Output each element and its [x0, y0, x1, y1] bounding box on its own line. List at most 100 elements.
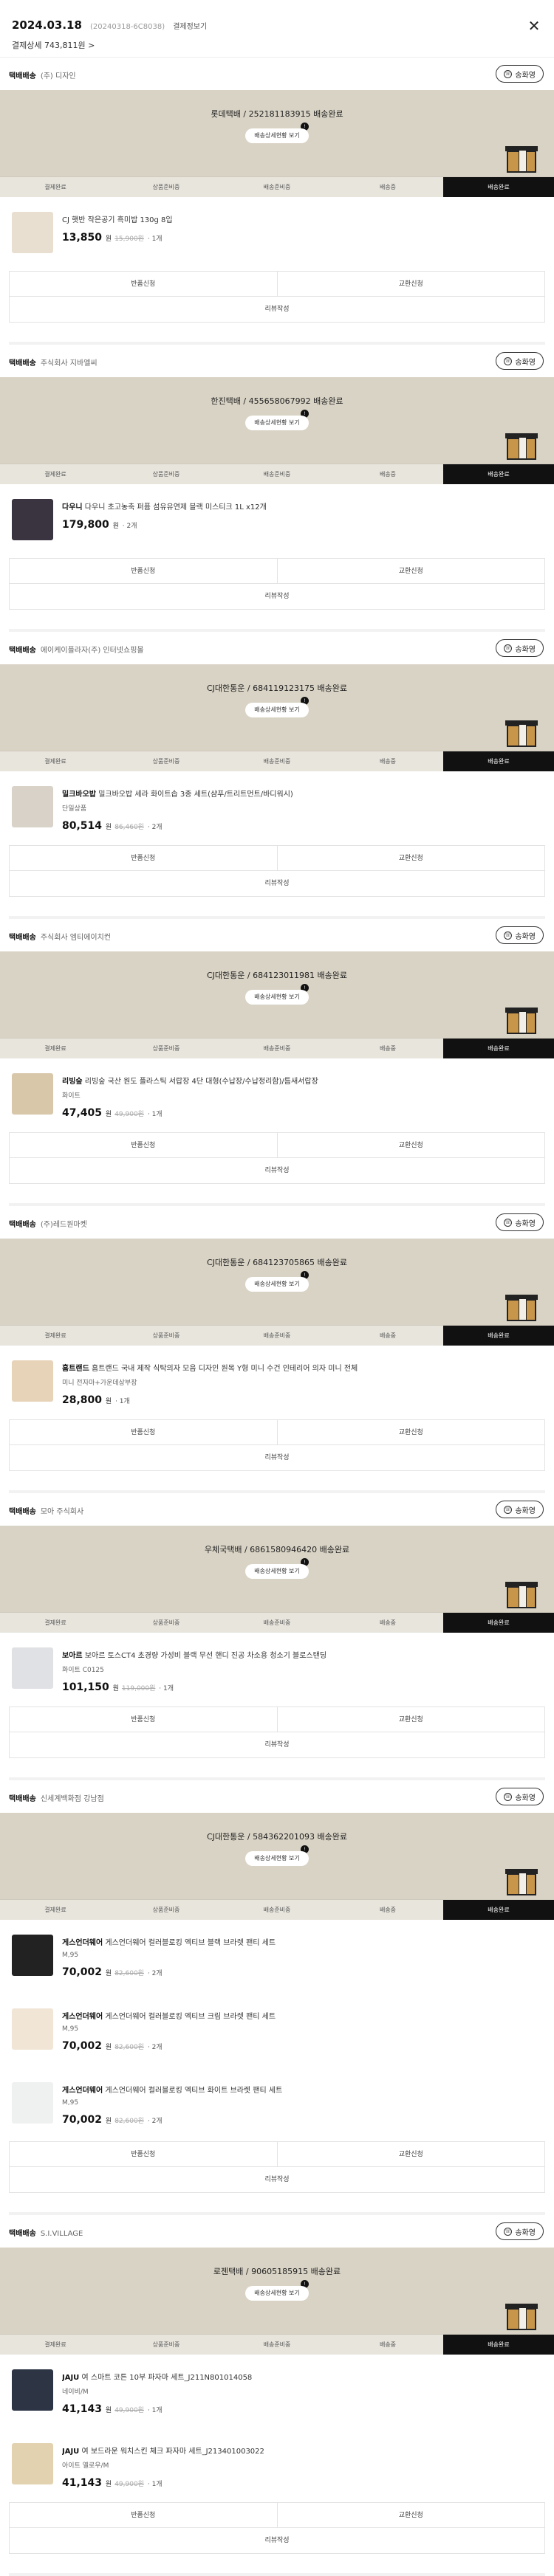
return-exchange-row: 반품신청 교환신청 [10, 272, 544, 297]
phone-icon: ☏ [504, 357, 513, 365]
tracking-detail-button[interactable]: 배송상세현황 보기 [245, 990, 309, 1005]
product-item[interactable]: 보아르 보아르 토스CT4 초경량 가성비 블랙 무선 핸디 진공 차소용 청소… [9, 1633, 545, 1707]
product-quantity: · 1개 [159, 1685, 174, 1692]
contact-label: 송화영 [515, 1219, 536, 1228]
return-request-button[interactable]: 반품신청 [10, 2503, 277, 2527]
product-item[interactable]: 게스언더웨어 게스언더웨어 컬러블로킹 엑티브 블랙 브라렛 팬티 세트 M,95… [9, 1920, 545, 1994]
tracking-detail-button[interactable]: 배송상세현황 보기 [245, 2286, 309, 2301]
product-thumbnail[interactable] [12, 1360, 53, 1402]
product-name[interactable]: 게스언더웨어 게스언더웨어 컬러블로킹 엑티브 블랙 브라렛 팬티 세트 [62, 1936, 538, 1947]
exchange-request-button[interactable]: 교환신청 [276, 559, 545, 583]
contact-seller-button[interactable]: ☏ 송화영 [496, 2222, 544, 2240]
delivery-step: 결제완료 [44, 184, 66, 190]
contact-seller-button[interactable]: ☏ 송화영 [496, 926, 544, 944]
delivery-step: 결제완료 [44, 1907, 66, 1913]
product-thumbnail[interactable] [12, 2369, 53, 2411]
contact-label: 송화영 [515, 645, 536, 654]
tracking-detail-button[interactable]: 배송상세현황 보기 [245, 1564, 309, 1579]
write-review-button[interactable]: 리뷰작성 [10, 1732, 544, 1757]
product-thumbnail[interactable] [12, 2082, 53, 2124]
product-item[interactable]: 리빙숲 리빙숲 국산 원도 플라스틱 서랍장 4단 대형(수납장/수납정리함)/… [9, 1058, 545, 1132]
phone-icon: ☏ [504, 1218, 513, 1227]
tracking-detail-button[interactable]: 배송상세현황 보기 [245, 1851, 309, 1866]
product-name[interactable]: CJ 햇반 작은공기 흑미밥 130g 8입 [62, 213, 538, 224]
exchange-request-button[interactable]: 교환신청 [276, 2142, 545, 2166]
delivery-step: 결제완료 [44, 2341, 66, 2348]
write-review-button[interactable]: 리뷰작성 [10, 297, 544, 322]
product-price: 101,150 [62, 1681, 109, 1693]
tracking-detail-button[interactable]: 배송상세현황 보기 [245, 703, 309, 717]
exchange-request-button[interactable]: 교환신청 [276, 2503, 545, 2527]
product-item[interactable]: 밀크바오밥 밀크바오밥 세라 화이트솝 3종 세트(샴푸/트리트먼트/바디워시)… [9, 771, 545, 845]
return-request-button[interactable]: 반품신청 [10, 846, 277, 870]
product-item[interactable]: 게스언더웨어 게스언더웨어 컬러블로킹 엑티브 화이트 브라렛 팬티 세트 M,9… [9, 2067, 545, 2141]
return-request-button[interactable]: 반품신청 [10, 1133, 277, 1157]
payment-detail-link[interactable]: 결제상세 743,811원 > [12, 39, 95, 51]
close-icon[interactable]: ✕ [526, 18, 542, 34]
product-name[interactable]: 게스언더웨어 게스언더웨어 컬러블로킹 엑티브 화이트 브라렛 팬티 세트 [62, 2084, 538, 2095]
contact-seller-button[interactable]: ☏ 송화영 [496, 1501, 544, 1518]
tracking-detail-button[interactable]: 배송상세현황 보기 [245, 416, 309, 430]
product-list: 리빙숲 리빙숲 국산 원도 플라스틱 서랍장 4단 대형(수납장/수납정리함)/… [0, 1058, 554, 1132]
write-review-button[interactable]: 리뷰작성 [10, 2167, 544, 2192]
product-name[interactable]: 보아르 보아르 토스CT4 초경량 가성비 블랙 무선 핸디 진공 차소용 청소… [62, 1649, 538, 1660]
product-item[interactable]: JAJU 여 보드라운 워치스킨 체크 파자마 세트_J213401003022… [9, 2428, 545, 2502]
contact-seller-button[interactable]: ☏ 송화영 [496, 352, 544, 370]
product-name[interactable]: 게스언더웨어 게스언더웨어 컬러블로킹 엑티브 크림 브라렛 팬티 세트 [62, 2010, 538, 2021]
exchange-request-button[interactable]: 교환신청 [276, 846, 545, 870]
product-item[interactable]: CJ 햇반 작은공기 흑미밥 130g 8입 13,850 원 15,900원 · … [9, 197, 545, 271]
exchange-request-button[interactable]: 교환신청 [276, 1420, 545, 1444]
contact-seller-button[interactable]: ☏ 송화영 [496, 1213, 544, 1231]
product-item[interactable]: 다우니 다우니 초고농축 퍼퓸 섬유유연제 블랙 미스티크 1L x12개 179… [9, 484, 545, 558]
product-quantity: · 1개 [147, 2481, 163, 2488]
product-title: 게스언더웨어 컬러블로킹 엑티브 화이트 브라렛 팬티 세트 [105, 2087, 283, 2095]
tracking-detail-button[interactable]: 배송상세현황 보기 [245, 128, 309, 143]
shipment-section: 택배배송 모아 주식회사 ☏ 송화영우체국택배 / 6861580946420 배송완… [0, 1493, 554, 1780]
tracking-detail-button[interactable]: 배송상세현황 보기 [245, 1277, 309, 1292]
product-thumbnail[interactable] [12, 2443, 53, 2484]
product-name[interactable]: JAJU 여 스마트 코튼 10부 파자마 세트_J211N801014058 [62, 2371, 538, 2382]
return-request-button[interactable]: 반품신청 [10, 2142, 277, 2166]
exchange-request-button[interactable]: 교환신청 [276, 1133, 545, 1157]
shipment-seller-line: 택배배송 모아 주식회사 [9, 1503, 83, 1517]
write-review-button[interactable]: 리뷰작성 [10, 584, 544, 609]
shipment-seller-line: 택배배송 주식회사 지바엘씨 [9, 354, 98, 368]
exchange-request-button[interactable]: 교환신청 [276, 1707, 545, 1732]
product-price-line: 70,002 원 82,600원 · 2개 [62, 1966, 538, 1978]
return-request-button[interactable]: 반품신청 [10, 1420, 277, 1444]
delivery-status-banner: CJ대한통운 / 684123011981 배송완료! 배송상세현황 보기 결제완료… [0, 951, 554, 1058]
product-name[interactable]: JAJU 여 보드라운 워치스킨 체크 파자마 세트_J213401003022 [62, 2445, 538, 2456]
product-name[interactable]: 다우니 다우니 초고농축 퍼퓸 섬유유연제 블랙 미스티크 1L x12개 [62, 500, 538, 512]
courier-tracking-text: 우체국택배 / 6861580946420 배송완료 [204, 1545, 350, 1554]
product-item[interactable]: 게스언더웨어 게스언더웨어 컬러블로킹 엑티브 크림 브라렛 팬티 세트 M,95… [9, 1994, 545, 2067]
exchange-request-button[interactable]: 교환신청 [276, 272, 545, 296]
contact-seller-button[interactable]: ☏ 송화영 [496, 1788, 544, 1805]
shipment-header: 택배배송 신세계백화점 강남점 ☏ 송화영 [0, 1780, 554, 1813]
product-quantity: · 1개 [147, 235, 163, 243]
contact-label: 송화영 [515, 932, 536, 941]
product-name[interactable]: 홈트랜드 홈트랜드 국내 제작 식탁의자 모음 디자인 원목 Y형 미니 수건 … [62, 1362, 538, 1373]
write-review-button[interactable]: 리뷰작성 [10, 871, 544, 896]
product-name[interactable]: 리빙숲 리빙숲 국산 원도 플라스틱 서랍장 4단 대형(수납장/수납정리함)/… [62, 1075, 538, 1086]
return-request-button[interactable]: 반품신청 [10, 559, 277, 583]
contact-seller-button[interactable]: ☏ 송화영 [496, 639, 544, 657]
return-request-button[interactable]: 반품신청 [10, 272, 277, 296]
product-item[interactable]: JAJU 여 스마트 코튼 10부 파자마 세트_J211N801014058 네… [9, 2355, 545, 2428]
write-review-button[interactable]: 리뷰작성 [10, 2528, 544, 2553]
product-thumbnail[interactable] [12, 1647, 53, 1689]
write-review-button[interactable]: 리뷰작성 [10, 1158, 544, 1183]
shipment-seller-line: 택배배송 신세계백화점 강남점 [9, 1790, 104, 1804]
product-thumbnail[interactable] [12, 786, 53, 827]
contact-seller-button[interactable]: ☏ 송화영 [496, 65, 544, 83]
order-info-link[interactable]: 결제정보기 [173, 23, 207, 31]
product-thumbnail[interactable] [12, 499, 53, 540]
product-thumbnail[interactable] [12, 1935, 53, 1976]
write-review-button[interactable]: 리뷰작성 [10, 1445, 544, 1470]
product-thumbnail[interactable] [12, 212, 53, 253]
product-item[interactable]: 홈트랜드 홈트랜드 국내 제작 식탁의자 모음 디자인 원목 Y형 미니 수건 … [9, 1346, 545, 1419]
return-request-button[interactable]: 반품신청 [10, 1707, 277, 1732]
product-thumbnail[interactable] [12, 1073, 53, 1115]
seller-name: 에이케이플라자(주) 인터넷쇼핑몰 [40, 646, 144, 655]
product-name[interactable]: 밀크바오밥 밀크바오밥 세라 화이트솝 3종 세트(샴푸/트리트먼트/바디워시) [62, 788, 538, 799]
product-thumbnail[interactable] [12, 2008, 53, 2050]
